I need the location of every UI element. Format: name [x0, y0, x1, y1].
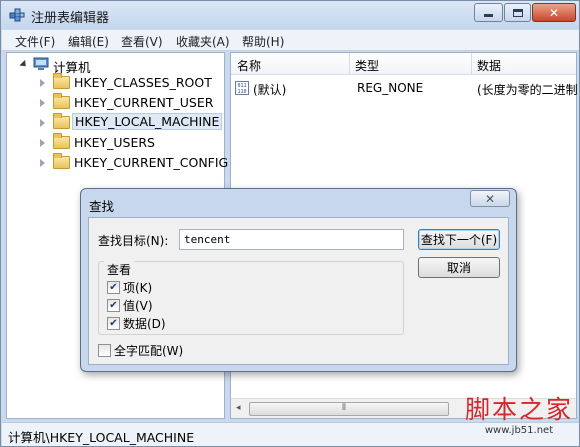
- value-name: (默认): [253, 83, 287, 97]
- menu-file[interactable]: 文件(F): [15, 33, 55, 50]
- checkbox-checked-icon[interactable]: ✔: [107, 281, 120, 294]
- match-whole-string[interactable]: 全字匹配(W): [98, 342, 183, 359]
- find-next-button[interactable]: 查找下一个(F): [418, 229, 500, 250]
- title-bar[interactable]: 注册表编辑器 ✕: [1, 1, 579, 29]
- menu-edit[interactable]: 编辑(E): [68, 33, 109, 50]
- list-header: 名称 类型 数据: [231, 53, 576, 75]
- column-header-data[interactable]: 数据: [477, 57, 501, 74]
- menu-help[interactable]: 帮助(H): [242, 33, 284, 50]
- find-what-input[interactable]: tencent: [179, 229, 404, 250]
- menu-favorites[interactable]: 收藏夹(A): [176, 33, 230, 50]
- column-header-name[interactable]: 名称: [237, 57, 261, 74]
- tree-label: HKEY_CURRENT_CONFIG: [74, 155, 229, 170]
- option-label: 数据(D): [123, 317, 166, 331]
- registry-editor-icon: [9, 8, 25, 22]
- maximize-button[interactable]: [504, 3, 531, 22]
- window-title: 注册表编辑器: [31, 11, 110, 26]
- close-icon: ✕: [548, 5, 560, 20]
- value-type: REG_NONE: [357, 81, 424, 95]
- maximize-icon: [512, 8, 523, 17]
- column-divider[interactable]: [471, 53, 472, 75]
- tree-label: HKEY_CURRENT_USER: [74, 95, 214, 110]
- grip-icon: ⦀: [342, 403, 346, 413]
- option-label: 全字匹配(W): [114, 344, 184, 358]
- cancel-button[interactable]: 取消: [418, 257, 500, 278]
- folder-icon: [53, 153, 70, 169]
- column-divider[interactable]: [349, 53, 350, 75]
- status-path: 计算机\HKEY_LOCAL_MACHINE: [8, 430, 195, 445]
- collapsed-arrow-icon[interactable]: [40, 119, 45, 127]
- tree-node-current-config[interactable]: HKEY_CURRENT_CONFIG: [7, 153, 228, 173]
- collapsed-arrow-icon[interactable]: [40, 159, 45, 167]
- collapsed-arrow-icon[interactable]: [40, 79, 45, 87]
- watermark: 脚本之家 www.jb51.net: [459, 396, 579, 444]
- scroll-thumb[interactable]: ⦀: [249, 402, 449, 416]
- tree-node-computer[interactable]: 计算机: [7, 55, 224, 75]
- minimize-button[interactable]: [474, 3, 503, 22]
- watermark-text: 脚本之家: [464, 395, 573, 424]
- tree-node-local-machine[interactable]: HKEY_LOCAL_MACHINE: [7, 113, 224, 133]
- scroll-left-icon[interactable]: ◂: [236, 403, 241, 413]
- menu-bar: 文件(F) 编辑(E) 查看(V) 收藏夹(A) 帮助(H): [2, 30, 579, 51]
- dialog-title: 查找: [89, 199, 115, 214]
- close-icon: ✕: [484, 191, 496, 206]
- list-row[interactable]: 011 110 (默认) REG_NONE (长度为零的二进制: [231, 78, 578, 98]
- option-label: 值(V): [123, 299, 153, 313]
- tree-label-selected: HKEY_LOCAL_MACHINE: [72, 113, 223, 130]
- value-data: (长度为零的二进制: [477, 83, 578, 97]
- folder-icon: [53, 113, 70, 129]
- folder-icon: [53, 133, 70, 149]
- folder-icon: [53, 73, 70, 89]
- option-data[interactable]: ✔ 数据(D): [107, 315, 166, 332]
- dialog-close-button[interactable]: ✕: [470, 190, 510, 207]
- collapsed-arrow-icon[interactable]: [40, 139, 45, 147]
- option-label: 项(K): [123, 281, 153, 295]
- checkbox-unchecked-icon[interactable]: [98, 344, 111, 357]
- watermark-url: www.jb51.net: [484, 425, 554, 436]
- svg-text:110: 110: [237, 89, 246, 95]
- close-button[interactable]: ✕: [532, 3, 576, 22]
- computer-icon: [33, 57, 49, 70]
- tree-label: HKEY_USERS: [74, 135, 155, 150]
- registry-editor-window: 注册表编辑器 ✕ 文件(F) 编辑(E) 查看(V) 收藏夹(A) 帮助(H) …: [0, 0, 580, 447]
- menu-view[interactable]: 查看(V): [121, 33, 163, 50]
- look-at-title: 查看: [104, 261, 135, 278]
- look-at-group: 查看 ✔ 项(K) ✔ 值(V) ✔ 数据(D): [98, 261, 404, 335]
- checkbox-checked-icon[interactable]: ✔: [107, 299, 120, 312]
- tree-node-classes-root[interactable]: HKEY_CLASSES_ROOT: [7, 73, 224, 93]
- binary-value-icon: 011 110: [235, 81, 249, 95]
- find-dialog: 查找 ✕ 查找目标(N): tencent 查找下一个(F) 取消 查看 ✔ 项…: [80, 188, 517, 372]
- option-keys[interactable]: ✔ 项(K): [107, 279, 152, 296]
- collapsed-arrow-icon[interactable]: [40, 99, 45, 107]
- find-what-label: 查找目标(N):: [98, 234, 169, 248]
- minimize-icon: [484, 14, 493, 17]
- tree-node-current-user[interactable]: HKEY_CURRENT_USER: [7, 93, 224, 113]
- checkbox-checked-icon[interactable]: ✔: [107, 317, 120, 330]
- dialog-body: 查找目标(N): tencent 查找下一个(F) 取消 查看 ✔ 项(K) ✔…: [88, 217, 509, 365]
- folder-icon: [53, 93, 70, 109]
- expand-arrow-icon[interactable]: [19, 59, 29, 70]
- tree-node-users[interactable]: HKEY_USERS: [7, 133, 224, 153]
- column-header-type[interactable]: 类型: [355, 57, 379, 74]
- tree-label: HKEY_CLASSES_ROOT: [74, 75, 212, 90]
- option-values[interactable]: ✔ 值(V): [107, 297, 153, 314]
